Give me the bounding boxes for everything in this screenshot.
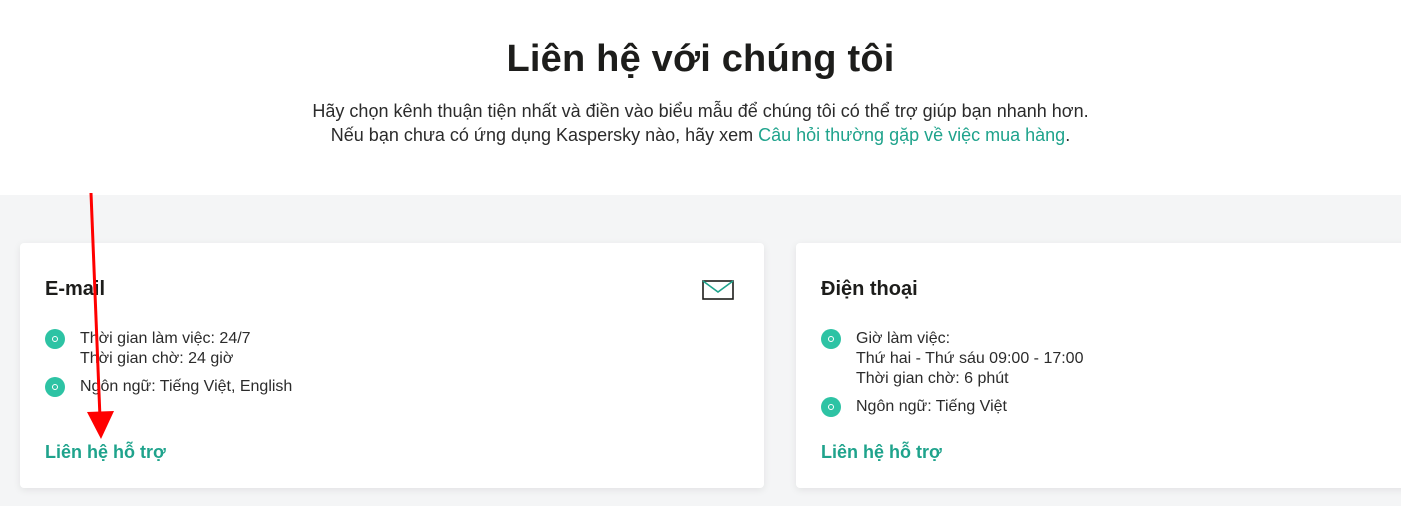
email-contact-support-link[interactable]: Liên hệ hỗ trợ [45,442,166,463]
purchase-faq-link[interactable]: Câu hỏi thường gặp về việc mua hàng [758,125,1065,145]
phone-hours-range: Thứ hai - Thứ sáu 09:00 - 17:00 [856,350,1084,367]
subtitle-line-1: Hãy chọn kênh thuận tiện nhất và điền và… [312,101,1089,121]
phone-wait-time: Thời gian chờ: 6 phút [856,370,1009,387]
envelope-icon [702,280,734,300]
subtitle-line-2-suffix: . [1065,125,1071,145]
email-card-title: E-mail [45,278,106,300]
subtitle-line-2: Nếu bạn chưa có ứng dụng Kaspersky nào, … [0,125,1401,146]
list-item: Ngôn ngữ: Tiếng Việt [821,397,1083,417]
subtitle-line-2-prefix: Nếu bạn chưa có ứng dụng Kaspersky nào, … [330,125,759,145]
email-details-list: Thời gian làm việc: 24/7 Thời gian chờ: … [45,329,292,405]
phone-hours-label: Giờ làm việc: [856,330,951,347]
email-card: E-mail Thời gian làm việc: 24/7 Thời gia… [20,243,764,488]
list-item: Thời gian làm việc: 24/7 Thời gian chờ: … [45,329,292,369]
bullet-icon [45,329,65,349]
phone-languages: Ngôn ngữ: Tiếng Việt [856,398,1007,415]
list-item: Ngôn ngữ: Tiếng Việt, English [45,377,292,397]
email-hours: Thời gian làm việc: 24/7 [80,330,251,347]
bullet-icon [821,397,841,417]
list-item: Giờ làm việc: Thứ hai - Thứ sáu 09:00 - … [821,329,1083,389]
phone-card-title: Điện thoại [821,278,918,300]
phone-details-list: Giờ làm việc: Thứ hai - Thứ sáu 09:00 - … [821,329,1083,425]
email-wait-time: Thời gian chờ: 24 giờ [80,350,234,367]
phone-card: Điện thoại Giờ làm việc: Thứ hai - Thứ s… [796,243,1401,488]
bullet-icon [821,329,841,349]
hero-section: Liên hệ với chúng tôi Hãy chọn kênh thuậ… [0,0,1401,195]
page-title: Liên hệ với chúng tôi [506,38,895,80]
phone-contact-support-link[interactable]: Liên hệ hỗ trợ [821,442,942,463]
bullet-icon [45,377,65,397]
email-languages: Ngôn ngữ: Tiếng Việt, English [80,378,293,395]
